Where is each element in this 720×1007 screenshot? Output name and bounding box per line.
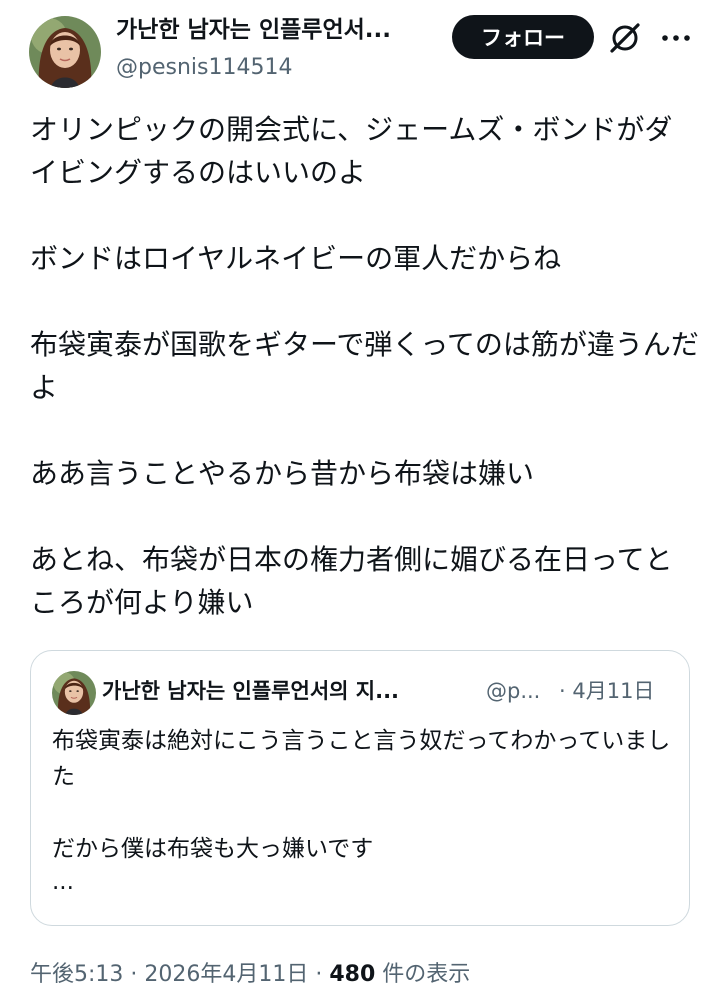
tweet-paragraph: ああ言うことやるから昔から布袋は嫌い bbox=[30, 457, 535, 490]
views-label: 件の表示 bbox=[375, 962, 471, 987]
grok-icon[interactable] bbox=[607, 20, 643, 56]
tweet-time[interactable]: 午後5:13 bbox=[30, 962, 123, 987]
tweet-date[interactable]: 2026年4月11日 bbox=[144, 962, 308, 987]
tweet-paragraph: あとね、布袋が日本の権力者側に媚びる在日ってところが何より嫌い bbox=[30, 543, 673, 619]
meta-separator: · bbox=[308, 962, 330, 987]
meta-separator: · bbox=[123, 962, 145, 987]
author-handle[interactable]: @pesnis114514 bbox=[116, 53, 292, 83]
tweet-paragraph: ボンドはロイヤルネイビーの軍人だからね bbox=[30, 242, 562, 275]
quote-text: 布袋寅泰は絶対にこう言うこと言う奴だってわかっていました だから僕は布袋も大っ嫌… bbox=[52, 723, 672, 897]
tweet-paragraph: オリンピックの開会式に、ジェームズ・ボンドがダイビングするのはいいのよ bbox=[30, 113, 673, 189]
author-avatar[interactable] bbox=[29, 16, 101, 88]
tweet-meta: 午後5:13 · 2026年4月11日 · 480 件の表示 bbox=[30, 958, 470, 992]
more-icon[interactable] bbox=[659, 22, 693, 54]
follow-button[interactable]: フォロー bbox=[452, 15, 594, 59]
tweet-text: オリンピックの開会式に、ジェームズ・ボンドがダイビングするのはいいのよ ボンドは… bbox=[30, 108, 700, 624]
views-count: 480 bbox=[329, 962, 376, 987]
quote-paragraph: だから僕は布袋も大っ嫌いです bbox=[52, 836, 374, 862]
quote-author-handle: @p... bbox=[486, 679, 541, 703]
quoted-tweet-card[interactable]: 가난한 남자는 인플루언서의 지... @p... · 4月11日 布袋寅泰は絶… bbox=[30, 650, 690, 926]
tweet-paragraph: 布袋寅泰が国歌をギターで弾くってのは筋が違うんだよ bbox=[30, 328, 699, 404]
author-display-name[interactable]: 가난한 남자는 인플루언서... bbox=[116, 14, 426, 46]
quote-author-avatar bbox=[52, 671, 96, 715]
quote-author-name: 가난한 남자는 인플루언서의 지... bbox=[102, 679, 400, 703]
quote-paragraph: 布袋寅泰は絶対にこう言うこと言う奴だってわかっていました bbox=[52, 728, 671, 790]
quote-ellipsis: ... bbox=[52, 869, 74, 895]
quote-date: · 4月11日 bbox=[559, 679, 655, 703]
